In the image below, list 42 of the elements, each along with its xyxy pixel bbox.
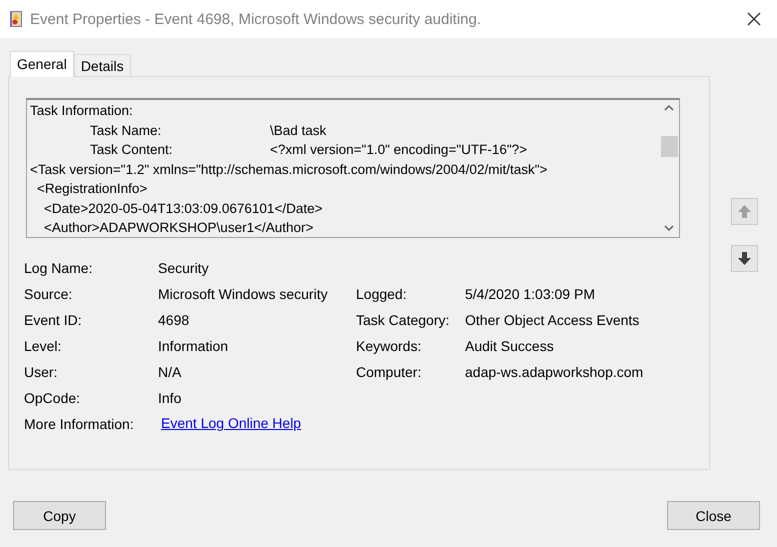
field-label: Task Category: <box>356 311 450 330</box>
help-link[interactable]: Event Log Online Help <box>161 415 465 434</box>
description-value: <?xml version="1.0" encoding="UTF-16"?> <box>270 141 528 159</box>
field-label: Event ID: <box>24 311 83 330</box>
field-value: Microsoft Windows security <box>158 285 329 304</box>
dialog-button[interactable]: Copy <box>13 501 106 530</box>
close-icon[interactable] <box>747 12 761 26</box>
field-value: Other Object Access Events <box>465 311 640 330</box>
tab[interactable]: Details <box>74 54 131 76</box>
field-label: Source: <box>24 285 74 304</box>
field-value: Security <box>158 259 210 278</box>
field-label: Keywords: <box>356 337 422 356</box>
event-log-icon <box>8 10 24 28</box>
description-value: \Bad task <box>270 122 326 140</box>
field-value: Info <box>158 389 182 408</box>
description-label: Task Name: <box>89 122 162 140</box>
xml-line: <Author>ADAPWORKSHOP\user1</Author> <box>43 219 314 237</box>
dialog-button[interactable]: Close <box>667 501 760 530</box>
field-value: N/A <box>158 363 182 382</box>
field-label: Log Name: <box>24 259 94 278</box>
up-arrow-icon <box>737 204 752 219</box>
tab[interactable]: General <box>10 51 74 77</box>
xml-line: <Date>2020-05-04T13:03:09.0676101</Date> <box>43 200 324 218</box>
description-heading: Task Information: <box>30 102 134 120</box>
field-label: Logged: <box>356 285 408 304</box>
field-value: Audit Success <box>465 337 555 356</box>
field-value: 4698 <box>158 311 190 330</box>
description-box[interactable] <box>26 98 680 238</box>
next-event-button[interactable] <box>731 245 758 272</box>
description-label: Task Content: <box>89 141 174 159</box>
xml-line: <RegistrationInfo> <box>36 180 148 198</box>
field-label: OpCode: <box>24 389 82 408</box>
xml-line: <Task version="1.2" xmlns="http://schemas.microsoft.com/windows/2004/02/mit/task"> <box>30 160 548 179</box>
field-value: 5/4/2020 1:03:09 PM <box>465 285 596 304</box>
down-arrow-icon <box>737 251 752 266</box>
window-title: Event Properties - Event 4698, Microsoft Windows security auditing. <box>30 10 482 28</box>
field-label: User: <box>24 363 58 382</box>
field-label: Level: <box>24 337 62 356</box>
field-label: Computer: <box>356 363 422 382</box>
field-label: More Information: <box>24 415 135 434</box>
field-value: adap-ws.adapworkshop.com <box>465 363 644 382</box>
field-value: Information <box>158 337 230 356</box>
